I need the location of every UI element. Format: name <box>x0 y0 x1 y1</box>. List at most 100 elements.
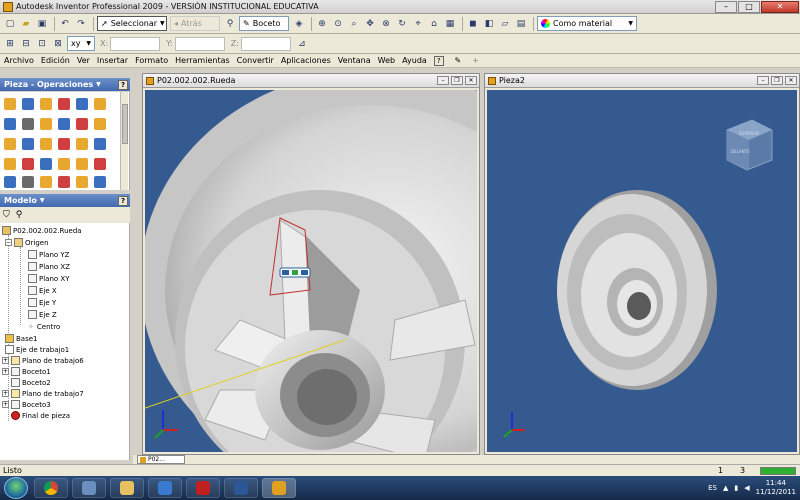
menu-herramientas[interactable]: Herramientas <box>175 56 230 65</box>
shell-icon[interactable] <box>58 98 70 110</box>
zoom-icon[interactable]: ⌕ <box>347 17 361 31</box>
circ-pattern-icon[interactable] <box>58 138 70 150</box>
volume-icon[interactable]: ◀ <box>744 484 749 492</box>
inventor-app-icon[interactable] <box>3 1 13 12</box>
rib-icon[interactable] <box>76 98 88 110</box>
tree-sketch3[interactable]: + Boceto3 <box>2 399 51 410</box>
tray-expand-icon[interactable]: ▲ <box>723 484 728 492</box>
work-point-icon[interactable] <box>4 158 16 170</box>
menu-ventana[interactable]: Ventana <box>338 56 371 65</box>
x-coord-input[interactable] <box>110 36 161 51</box>
doc-titlebar[interactable]: Pieza2 – ❐ ✕ <box>485 74 799 88</box>
tree-work-axis1[interactable]: Eje de trabajo1 <box>5 344 69 355</box>
doc-titlebar[interactable]: P02.002.002.Rueda – ❐ ✕ <box>143 74 479 88</box>
decal-icon[interactable] <box>58 158 70 170</box>
menu-edicion[interactable]: Edición <box>41 56 70 65</box>
expand-icon[interactable]: + <box>2 357 9 364</box>
zoom-window-icon[interactable]: ⊙ <box>331 17 345 31</box>
z-coord-input[interactable] <box>240 36 291 51</box>
split-icon[interactable] <box>4 138 16 150</box>
tree-sketch2[interactable]: Boceto2 <box>11 377 51 388</box>
start-button[interactable] <box>4 477 28 499</box>
model-help-button[interactable]: ? <box>118 195 128 206</box>
y-coord-input[interactable] <box>174 36 225 51</box>
menu-web[interactable]: Web <box>378 56 395 65</box>
tree-axis-y[interactable]: Eje Y <box>28 297 56 308</box>
precise-input-icon[interactable]: ⊠ <box>51 37 65 51</box>
doc-tab-rueda[interactable]: P02... <box>137 455 185 464</box>
menu-ayuda[interactable]: Ayuda <box>402 56 427 65</box>
fillet-icon[interactable] <box>58 118 70 130</box>
snap-icon[interactable]: ⊟ <box>19 37 33 51</box>
open-folder-icon[interactable]: ▰ <box>19 17 33 31</box>
taskbar-pdf[interactable] <box>186 478 220 498</box>
tree-plane-xy[interactable]: Plano XY <box>28 273 69 284</box>
close-button[interactable]: ✕ <box>761 0 799 13</box>
viewport-pieza2[interactable]: SUPERIOR DELANTE <box>487 90 797 452</box>
menu-archivo[interactable]: Archivo <box>4 56 34 65</box>
revolve-icon[interactable] <box>22 98 34 110</box>
comment-icon[interactable]: ✎ <box>455 56 462 65</box>
find-icon[interactable]: ⚲ <box>16 210 23 220</box>
filter-icon[interactable]: ⛉ <box>3 210 10 220</box>
extrude-icon[interactable] <box>4 98 16 110</box>
loft-icon[interactable] <box>94 98 106 110</box>
ucs-icon[interactable] <box>22 158 34 170</box>
language-indicator[interactable]: ES <box>708 484 717 492</box>
grid-icon[interactable]: ⊞ <box>3 37 17 51</box>
select-dropdown[interactable]: ➚ Seleccionar ▼ <box>97 16 167 31</box>
rect-pattern-icon[interactable] <box>40 138 52 150</box>
taskbar-chrome[interactable] <box>34 478 68 498</box>
ifeature-icon[interactable] <box>94 158 106 170</box>
expand-icon[interactable]: + <box>2 390 9 397</box>
ops-scrollbar[interactable] <box>120 92 128 190</box>
taskbar-explorer[interactable] <box>110 478 144 498</box>
material-dropdown[interactable]: Como material ▼ <box>537 16 637 31</box>
coil-icon[interactable] <box>22 118 34 130</box>
menu-ver[interactable]: Ver <box>77 56 90 65</box>
copy-object-icon[interactable] <box>76 176 88 188</box>
ops-panel-header[interactable]: Pieza - Operaciones ▼ ? <box>0 78 130 91</box>
view-face-icon[interactable]: ▦ <box>443 17 457 31</box>
menu-aplicaciones[interactable]: Aplicaciones <box>281 56 331 65</box>
orbit-icon[interactable]: ↻ <box>395 17 409 31</box>
new-file-icon[interactable]: ▢ <box>3 17 17 31</box>
section-view-icon[interactable]: ▤ <box>514 17 528 31</box>
face-draft-icon[interactable] <box>94 118 106 130</box>
tree-center[interactable]: ✧ Centro <box>28 321 60 332</box>
expand-icon[interactable]: + <box>2 401 9 408</box>
wheel-model-full[interactable]: SUPERIOR DELANTE <box>487 90 797 452</box>
bend-part-icon[interactable] <box>40 176 52 188</box>
help-icon[interactable]: ? <box>433 55 444 66</box>
part-icon[interactable]: ◈ <box>292 17 306 31</box>
tree-base1[interactable]: Base1 <box>5 333 38 344</box>
tree-root[interactable]: P02.002.002.Rueda <box>2 225 82 236</box>
shaded-display-icon[interactable]: ◼ <box>466 17 480 31</box>
ops-help-button[interactable]: ? <box>118 79 128 90</box>
delete-face-icon[interactable] <box>58 176 70 188</box>
sketch-button[interactable]: ✎ Boceto <box>239 16 289 31</box>
doc-minimize-button[interactable]: – <box>757 76 769 85</box>
update-icon[interactable]: ⚲ <box>223 17 237 31</box>
doc-minimize-button[interactable]: – <box>437 76 449 85</box>
chamfer-icon[interactable] <box>76 118 88 130</box>
sculpt-icon[interactable] <box>94 176 106 188</box>
derive-icon[interactable] <box>76 158 88 170</box>
replace-face-icon[interactable] <box>22 176 34 188</box>
doc-restore-button[interactable]: ❐ <box>771 76 783 85</box>
tree-axis-z[interactable]: Eje Z <box>28 309 57 320</box>
constraint-icon[interactable]: ⊡ <box>35 37 49 51</box>
hole-icon[interactable] <box>40 98 52 110</box>
minimize-button[interactable]: – <box>715 0 737 13</box>
viewport-rueda[interactable] <box>145 90 477 452</box>
taskbar-media[interactable] <box>148 478 182 498</box>
work-axis-icon[interactable] <box>94 138 106 150</box>
home-view-icon[interactable]: ⌂ <box>427 17 441 31</box>
tree-plane-yz[interactable]: Plano YZ <box>28 249 69 260</box>
emboss-icon[interactable] <box>40 158 52 170</box>
tree-sketch1[interactable]: + Boceto1 <box>2 366 51 377</box>
doc-close-button[interactable]: ✕ <box>465 76 477 85</box>
menu-insertar[interactable]: Insertar <box>97 56 128 65</box>
ops-scroll-thumb[interactable] <box>122 104 128 144</box>
camera-icon[interactable]: ◧ <box>482 17 496 31</box>
